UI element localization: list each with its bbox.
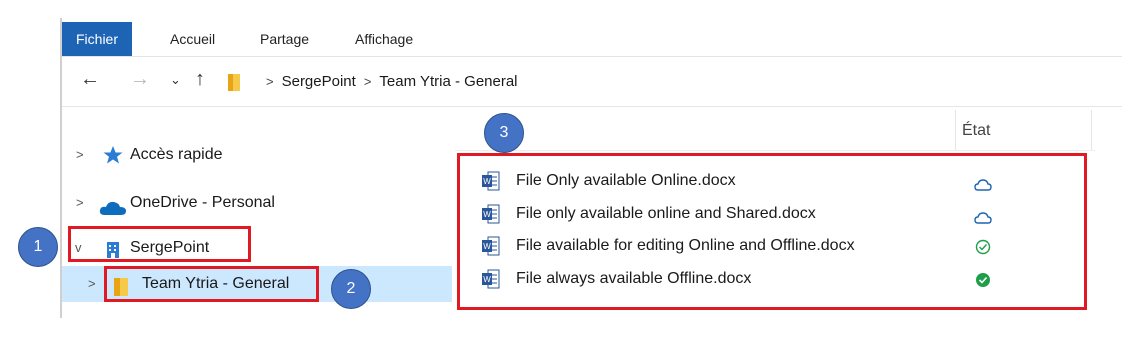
tab-partage[interactable]: Partage [260, 22, 309, 56]
nav-item-label: OneDrive - Personal [130, 194, 275, 211]
chevron-right-icon: > [363, 74, 372, 89]
column-divider [955, 110, 956, 150]
annotation-badge-3: 3 [484, 113, 524, 153]
chevron-right-icon[interactable]: > [88, 266, 96, 302]
cloud-icon [99, 196, 127, 215]
chevron-right-icon[interactable]: > [76, 139, 84, 171]
star-icon [102, 145, 124, 165]
chevron-right-icon: > [266, 74, 274, 89]
breadcrumb-team-ytria-general[interactable]: Team Ytria - General [379, 73, 517, 90]
breadcrumb-sergepoint[interactable]: SergePoint [282, 73, 356, 90]
arrow-left-icon[interactable]: ← [80, 68, 100, 91]
tab-accueil[interactable]: Accueil [170, 22, 215, 56]
chevron-down-icon[interactable]: ⌄ [170, 72, 181, 88]
breadcrumb: > SergePoint > Team Ytria - General [258, 73, 518, 90]
column-divider [1091, 110, 1092, 150]
chevron-right-icon[interactable]: > [76, 187, 84, 219]
arrow-right-icon[interactable]: → [130, 68, 150, 91]
column-header-row: État [455, 110, 1095, 151]
nav-item-label: Accès rapide [130, 146, 223, 163]
annotation-badge-2: 2 [331, 269, 371, 309]
tab-affichage[interactable]: Affichage [355, 22, 413, 56]
annotation-badge-1: 1 [18, 227, 58, 267]
annotation-box-files [457, 153, 1087, 310]
address-bar: ← → ⌄ ↑ > SergePoint > Team Ytria - General [62, 60, 1122, 107]
nav-item-acces-rapide[interactable]: > Accès rapide [62, 139, 452, 171]
annotation-box-sergepoint [68, 226, 251, 262]
nav-item-onedrive[interactable]: > OneDrive - Personal [62, 187, 452, 219]
arrow-up-icon[interactable]: ↑ [195, 68, 205, 91]
ribbon-tabs: Fichier Accueil Partage Affichage [62, 22, 1122, 57]
tab-fichier[interactable]: Fichier [62, 22, 133, 56]
column-header-etat[interactable]: État [962, 122, 990, 140]
folder-icon [228, 72, 240, 92]
annotation-box-team [104, 266, 319, 302]
